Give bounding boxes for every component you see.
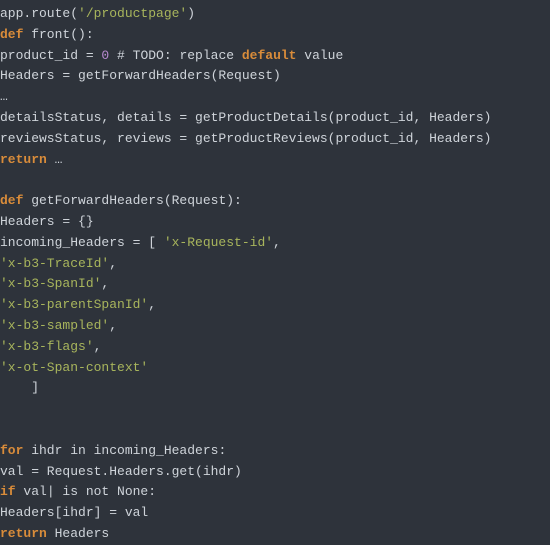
code-text: ihdr in incoming_Headers: xyxy=(23,443,226,458)
comma: , xyxy=(101,276,109,291)
string-literal: 'x-b3-sampled' xyxy=(0,318,109,333)
keyword-for: for xyxy=(0,443,23,458)
code-line: Headers[ihdr] = val xyxy=(0,505,148,520)
comma: , xyxy=(148,297,156,312)
code-line: detailsStatus, details = getProductDetai… xyxy=(0,110,491,125)
string-literal: 'x-b3-TraceId' xyxy=(0,256,109,271)
string-literal: 'x-b3-SpanId' xyxy=(0,276,101,291)
comment: value xyxy=(296,48,343,63)
code-text: val| is not None: xyxy=(16,484,156,499)
code-block: app.route('/productpage') def front(): p… xyxy=(0,0,550,545)
code-line: Headers = {} xyxy=(0,214,94,229)
keyword-def: def xyxy=(0,193,23,208)
keyword-return: return xyxy=(0,152,47,167)
string-literal: '/productpage' xyxy=(78,6,187,21)
comma: , xyxy=(109,318,117,333)
comma: , xyxy=(109,256,117,271)
code-text: ) xyxy=(187,6,195,21)
keyword-default: default xyxy=(242,48,297,63)
string-literal: 'x-ot-Span-context' xyxy=(0,360,148,375)
keyword-return: return xyxy=(0,526,47,541)
bracket-close: ] xyxy=(0,380,39,395)
code-line: Headers = getForwardHeaders(Request) xyxy=(0,68,281,83)
keyword-if: if xyxy=(0,484,16,499)
comment: # TODO: replace xyxy=(109,48,242,63)
code-text: product_id = xyxy=(0,48,101,63)
code-text: Headers xyxy=(47,526,109,541)
ellipsis: … xyxy=(47,152,63,167)
string-literal: 'x-b3-flags' xyxy=(0,339,94,354)
ellipsis: … xyxy=(0,89,8,104)
code-text: front(): xyxy=(23,27,93,42)
comma: , xyxy=(94,339,102,354)
string-literal: 'x-Request-id' xyxy=(164,235,273,250)
code-line: app.route( xyxy=(0,6,78,21)
code-text: getForwardHeaders(Request): xyxy=(23,193,241,208)
comma: , xyxy=(273,235,281,250)
keyword-def: def xyxy=(0,27,23,42)
code-line: val = Request.Headers.get(ihdr) xyxy=(0,464,242,479)
code-text: incoming_Headers = [ xyxy=(0,235,164,250)
string-literal: 'x-b3-parentSpanId' xyxy=(0,297,148,312)
code-line: reviewsStatus, reviews = getProductRevie… xyxy=(0,131,491,146)
